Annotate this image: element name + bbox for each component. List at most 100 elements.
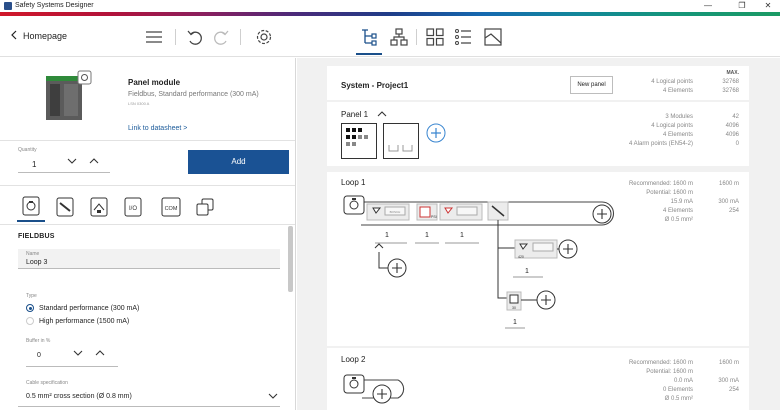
datasheet-link[interactable]: Link to datasheet > xyxy=(128,125,187,132)
toolbar-divider xyxy=(175,29,176,45)
radio-unselected[interactable] xyxy=(26,317,34,325)
max-label: MAX. xyxy=(726,70,740,76)
stat-label: Recommended: 1600 m xyxy=(628,360,693,366)
stat-value: 1600 m xyxy=(718,181,739,187)
chevron-up-icon[interactable] xyxy=(95,349,105,359)
svg-text:30: 30 xyxy=(512,306,516,310)
type-option-label: Standard performance (300 mA) xyxy=(39,304,140,312)
loop1-diagram: BOSCH PSI 420 30 xyxy=(343,195,614,329)
tab-io[interactable]: I/O xyxy=(119,192,147,222)
type-option-label: High performance (1500 mA) xyxy=(39,317,130,325)
app-icon xyxy=(4,2,12,10)
brand-stripe xyxy=(0,12,780,16)
toolbar-divider xyxy=(240,29,241,45)
device-count[interactable]: 1 xyxy=(371,232,403,239)
stat-label: Potential: 1600 m xyxy=(646,369,693,375)
grid-view-icon[interactable] xyxy=(424,26,446,48)
stat-label: 0.0 mA xyxy=(673,378,693,384)
tab-module[interactable] xyxy=(85,192,113,222)
svg-text:420: 420 xyxy=(518,255,524,259)
branch-detector-device-icon: 420 xyxy=(514,239,558,259)
radio-selected[interactable] xyxy=(26,304,34,312)
panel-rack-tile[interactable] xyxy=(383,123,419,164)
stat-label: 0 Elements xyxy=(662,387,693,393)
stat-value: 254 xyxy=(728,208,739,214)
stat-value: 4096 xyxy=(725,132,739,138)
type-option-standard[interactable]: Standard performance (300 mA) xyxy=(26,304,139,312)
quantity-label: Quantity xyxy=(18,147,37,153)
stat-value: 300 mA xyxy=(718,378,739,384)
tab-detector[interactable] xyxy=(51,192,79,222)
cable-value[interactable]: 0.5 mm² cross section (Ø 0.8 mm) xyxy=(26,393,132,400)
quantity-underline xyxy=(18,172,110,173)
new-panel-button[interactable]: New panel xyxy=(570,76,613,94)
maximize-button[interactable]: ❐ xyxy=(730,0,754,12)
stat-value: 300 mA xyxy=(718,199,739,205)
settings-icon[interactable] xyxy=(253,26,275,48)
chevron-up-icon[interactable] xyxy=(89,157,99,167)
toolbar: Homepage xyxy=(0,17,780,57)
device-count[interactable]: 1 xyxy=(499,319,531,326)
svg-text:COM: COM xyxy=(165,206,178,212)
name-field[interactable] xyxy=(18,249,280,269)
scrollbar[interactable] xyxy=(288,226,293,292)
chevron-down-icon[interactable] xyxy=(73,349,83,359)
device-count[interactable]: 1 xyxy=(411,232,443,239)
stat-value: 32768 xyxy=(722,79,739,85)
stat-label: 4 Elements xyxy=(662,132,693,138)
tab-com[interactable]: COM xyxy=(157,192,185,222)
stat-label: Recommended: 1600 m xyxy=(628,181,693,187)
add-button[interactable]: Add xyxy=(188,150,289,174)
tree-view-icon[interactable] xyxy=(356,26,382,55)
device-count[interactable]: 1 xyxy=(511,268,543,275)
power-supply-device-icon: PSI xyxy=(416,203,438,221)
stat-value: 4096 xyxy=(725,123,739,129)
title-bar: Safety Systems Designer — ❐ ✕ xyxy=(0,0,780,12)
quantity-value[interactable]: 1 xyxy=(32,160,36,169)
image-view-icon[interactable] xyxy=(482,26,504,48)
chevron-down-icon[interactable] xyxy=(67,157,77,167)
stat-label: 4 Logical points xyxy=(651,79,693,85)
tab-copy[interactable] xyxy=(191,192,219,222)
type-label: Type xyxy=(26,293,37,299)
name-label: Name xyxy=(26,251,40,257)
stat-label: 3 Modules xyxy=(665,114,693,120)
add-panel-element-button[interactable] xyxy=(426,123,446,148)
window-title: Safety Systems Designer xyxy=(15,2,94,9)
homepage-link[interactable]: Homepage xyxy=(11,30,67,42)
buffer-label: Buffer in % xyxy=(26,338,51,344)
loop-title: Loop 2 xyxy=(341,355,366,364)
stat-value: 42 xyxy=(732,114,739,120)
stat-value: 0 xyxy=(735,141,739,147)
module-icon xyxy=(90,197,108,217)
chevron-down-icon[interactable] xyxy=(268,392,278,402)
menu-icon[interactable] xyxy=(143,26,165,48)
com-icon: COM xyxy=(161,197,181,217)
tab-panel[interactable] xyxy=(17,192,45,222)
buffer-value[interactable]: 0 xyxy=(37,352,41,359)
detector-device-icon: BOSCH xyxy=(366,203,410,221)
redo-icon[interactable] xyxy=(210,26,232,48)
close-button[interactable]: ✕ xyxy=(756,0,780,12)
add-branch-device-button xyxy=(536,290,556,310)
cable-underline xyxy=(18,406,280,407)
stat-label: Ø 0.5 mm² xyxy=(664,396,693,402)
type-option-high[interactable]: High performance (1500 mA) xyxy=(26,317,129,325)
io-icon: I/O xyxy=(124,197,142,217)
cable-label: Cable specification xyxy=(26,380,68,386)
toolbar-divider xyxy=(416,29,417,45)
stat-value: 254 xyxy=(728,387,739,393)
minimize-button[interactable]: — xyxy=(696,0,720,12)
buffer-underline xyxy=(26,366,118,367)
list-view-icon[interactable] xyxy=(452,26,474,48)
product-code: LSN 0300 A xyxy=(128,101,150,106)
chevron-up-icon[interactable] xyxy=(377,110,387,120)
panel-module-tile[interactable] xyxy=(341,123,377,164)
stat-label: 4 Logical points xyxy=(651,123,693,129)
name-value[interactable]: Loop 3 xyxy=(26,259,47,266)
device-count[interactable]: 1 xyxy=(446,232,478,239)
undo-icon[interactable] xyxy=(184,26,206,48)
form-heading: FIELDBUS xyxy=(18,233,55,240)
network-view-icon[interactable] xyxy=(388,26,410,48)
system-title: System - Project1 xyxy=(341,81,409,90)
